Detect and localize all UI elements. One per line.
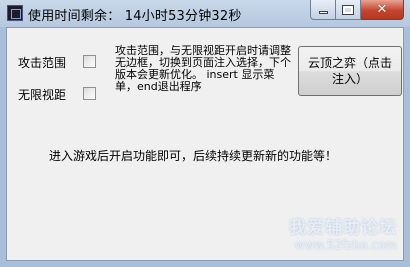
watermark: 我爱辅助论坛 www.52fzba.com	[289, 213, 397, 252]
title-bar[interactable]: 使用时间剩余： 14小时53分钟32秒 ✕	[0, 0, 410, 27]
minimize-button[interactable]	[310, 0, 336, 20]
inject-button[interactable]: 云顶之弈（点击注入）	[298, 46, 402, 96]
minimize-icon	[318, 11, 328, 14]
caption-buttons: ✕	[310, 0, 404, 20]
app-icon	[7, 5, 23, 21]
maximize-icon	[342, 4, 354, 15]
close-icon: ✕	[376, 2, 388, 17]
unlimited-view-label: 无限视距	[18, 88, 67, 102]
app-window: 使用时间剩余： 14小时53分钟32秒 ✕ 攻击范围 无限视距 攻击范围，与无限…	[0, 0, 410, 267]
close-button[interactable]: ✕	[361, 0, 404, 20]
maximize-button[interactable]	[336, 0, 361, 20]
watermark-url: www.52fzba.com	[294, 238, 397, 252]
status-text: 进入游戏后开启功能即可，后续持续更新新的功能等！	[49, 149, 338, 163]
attack-range-label: 攻击范围	[18, 56, 67, 70]
attack-range-checkbox[interactable]	[83, 55, 96, 68]
unlimited-view-checkbox[interactable]	[83, 87, 96, 100]
watermark-title: 我爱辅助论坛	[289, 218, 397, 238]
instructions-text: 攻击范围，与无限视距开启时请调整无边框，切换到页面注入选择，下个版本会更新优化。…	[115, 44, 291, 93]
window-title: 使用时间剩余： 14小时53分钟32秒	[28, 9, 242, 24]
client-area: 攻击范围 无限视距 攻击范围，与无限视距开启时请调整无边框，切换到页面注入选择，…	[6, 27, 404, 261]
